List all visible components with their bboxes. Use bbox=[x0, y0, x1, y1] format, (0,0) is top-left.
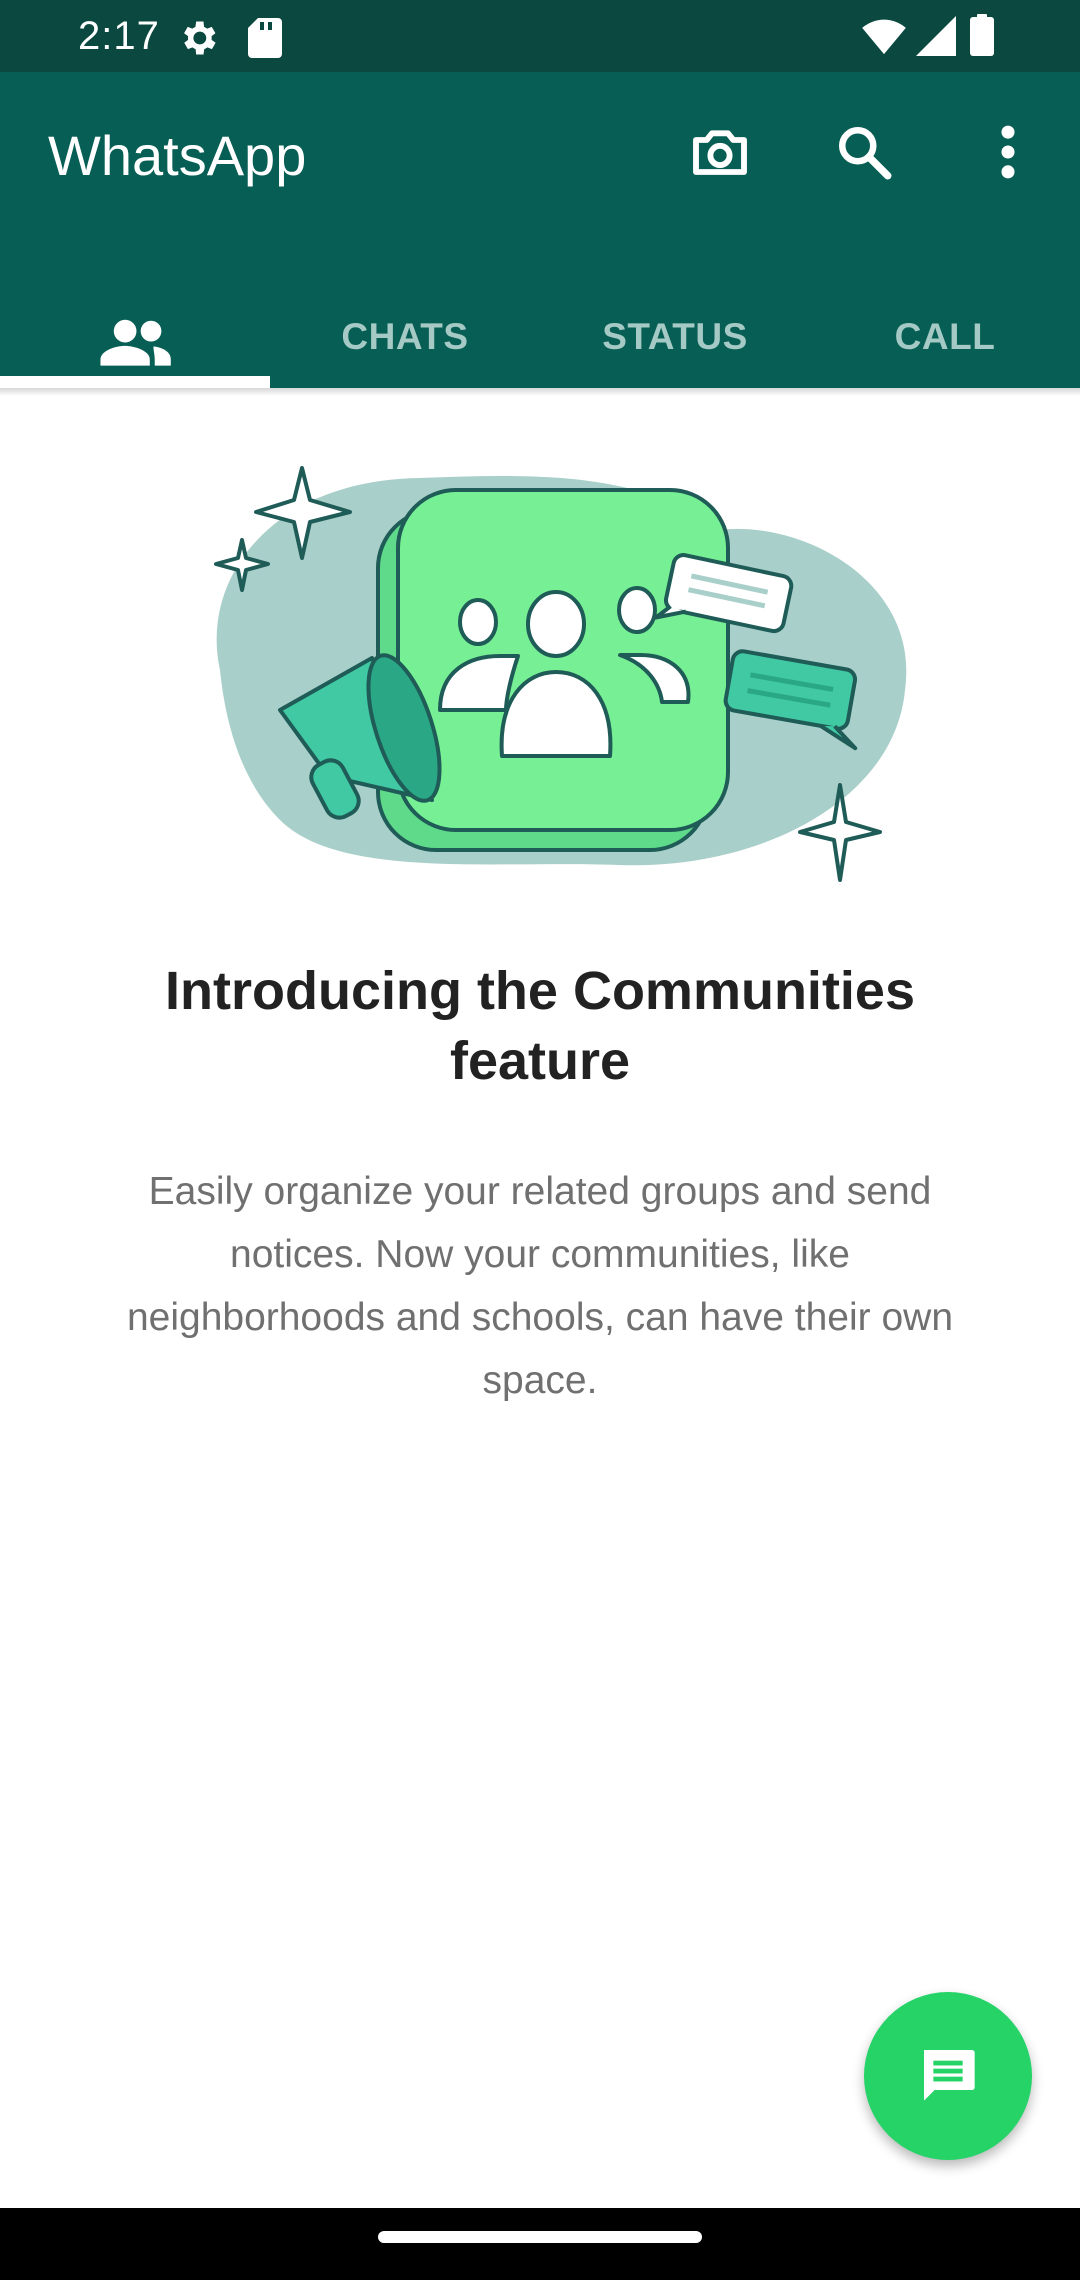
new-chat-fab[interactable] bbox=[864, 1992, 1032, 2160]
tab-call-label: CALL bbox=[894, 316, 996, 357]
person-icon bbox=[617, 586, 657, 634]
app-bar: WhatsApp CHATS STATUS CALL bbox=[0, 72, 1080, 388]
selected-tab-indicator bbox=[0, 376, 270, 388]
signal-icon bbox=[916, 16, 956, 61]
tab-status-label: STATUS bbox=[602, 316, 748, 357]
app-bar-shadow bbox=[0, 388, 1080, 396]
search-button[interactable] bbox=[816, 106, 912, 202]
tab-status[interactable]: STATUS bbox=[540, 308, 810, 388]
communities-icon bbox=[98, 316, 172, 375]
status-bar: 2:17 bbox=[0, 0, 1080, 72]
person-icon bbox=[458, 598, 498, 646]
more-options-icon bbox=[998, 124, 1018, 185]
battery-icon bbox=[970, 14, 994, 61]
communities-illustration bbox=[214, 466, 907, 882]
more-options-button[interactable] bbox=[960, 106, 1056, 202]
community-card bbox=[396, 488, 730, 832]
home-gesture-handle[interactable] bbox=[378, 2231, 702, 2243]
tab-chats[interactable]: CHATS bbox=[270, 308, 540, 388]
app-title: WhatsApp bbox=[48, 124, 307, 187]
settings-gear-icon bbox=[176, 16, 220, 65]
person-icon bbox=[526, 590, 586, 658]
camera-icon bbox=[688, 120, 752, 189]
intro-title: Introducing the Communities feature bbox=[165, 961, 915, 1091]
tab-chats-label: CHATS bbox=[341, 316, 469, 357]
intro-body: Easily organize your related groups and … bbox=[126, 1170, 954, 1402]
system-navigation-bar bbox=[0, 2208, 1080, 2280]
new-chat-message-icon bbox=[916, 2042, 980, 2111]
camera-button[interactable] bbox=[672, 106, 768, 202]
status-time: 2:17 bbox=[78, 14, 160, 58]
wifi-icon bbox=[862, 16, 906, 61]
tab-call[interactable]: CALL bbox=[810, 308, 1080, 388]
search-icon bbox=[834, 122, 894, 187]
sd-card-icon bbox=[248, 18, 282, 63]
